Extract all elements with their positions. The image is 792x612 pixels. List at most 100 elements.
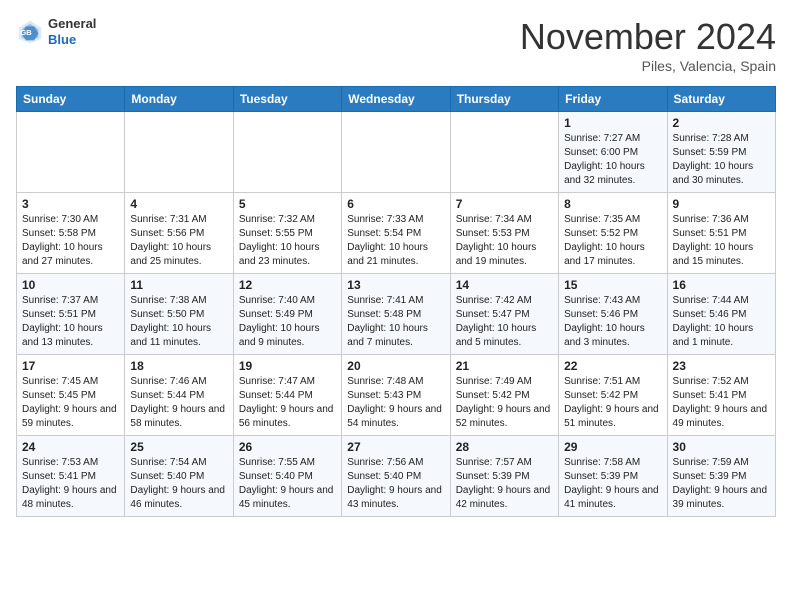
logo-icon: GB bbox=[16, 18, 44, 46]
day-info: Sunrise: 7:33 AMSunset: 5:54 PMDaylight:… bbox=[347, 213, 444, 269]
day-info: Sunrise: 7:45 AMSunset: 5:45 PMDaylight:… bbox=[22, 375, 119, 431]
day-number: 7 bbox=[456, 197, 553, 211]
calendar-week-row: 3 Sunrise: 7:30 AMSunset: 5:58 PMDaylight… bbox=[17, 193, 776, 274]
day-number: 12 bbox=[239, 278, 336, 292]
day-number: 4 bbox=[130, 197, 227, 211]
day-info: Sunrise: 7:57 AMSunset: 5:39 PMDaylight:… bbox=[456, 456, 553, 512]
calendar-header-row: SundayMondayTuesdayWednesdayThursdayFrid… bbox=[17, 87, 776, 112]
day-number: 24 bbox=[22, 440, 119, 454]
calendar-cell bbox=[450, 112, 558, 193]
day-info: Sunrise: 7:35 AMSunset: 5:52 PMDaylight:… bbox=[564, 213, 661, 269]
logo-text: General Blue bbox=[48, 16, 96, 47]
day-number: 11 bbox=[130, 278, 227, 292]
location: Piles, Valencia, Spain bbox=[520, 58, 776, 74]
day-number: 20 bbox=[347, 359, 444, 373]
day-number: 19 bbox=[239, 359, 336, 373]
day-info: Sunrise: 7:34 AMSunset: 5:53 PMDaylight:… bbox=[456, 213, 553, 269]
day-info: Sunrise: 7:28 AMSunset: 5:59 PMDaylight:… bbox=[673, 132, 770, 188]
day-info: Sunrise: 7:31 AMSunset: 5:56 PMDaylight:… bbox=[130, 213, 227, 269]
weekday-header: Sunday bbox=[17, 87, 125, 112]
logo: GB General Blue bbox=[16, 16, 96, 47]
day-info: Sunrise: 7:59 AMSunset: 5:39 PMDaylight:… bbox=[673, 456, 770, 512]
day-info: Sunrise: 7:48 AMSunset: 5:43 PMDaylight:… bbox=[347, 375, 444, 431]
day-number: 10 bbox=[22, 278, 119, 292]
day-info: Sunrise: 7:52 AMSunset: 5:41 PMDaylight:… bbox=[673, 375, 770, 431]
calendar-cell: 12 Sunrise: 7:40 AMSunset: 5:49 PMDayligh… bbox=[233, 274, 341, 355]
day-number: 9 bbox=[673, 197, 770, 211]
day-number: 14 bbox=[456, 278, 553, 292]
day-number: 2 bbox=[673, 116, 770, 130]
day-number: 18 bbox=[130, 359, 227, 373]
calendar-cell bbox=[17, 112, 125, 193]
day-info: Sunrise: 7:42 AMSunset: 5:47 PMDaylight:… bbox=[456, 294, 553, 350]
weekday-header: Tuesday bbox=[233, 87, 341, 112]
calendar-cell: 19 Sunrise: 7:47 AMSunset: 5:44 PMDayligh… bbox=[233, 355, 341, 436]
calendar-cell: 20 Sunrise: 7:48 AMSunset: 5:43 PMDayligh… bbox=[342, 355, 450, 436]
month-title: November 2024 bbox=[520, 16, 776, 58]
calendar-cell: 6Sunrise: 7:33 AMSunset: 5:54 PMDaylight… bbox=[342, 193, 450, 274]
day-number: 26 bbox=[239, 440, 336, 454]
calendar-cell: 30 Sunrise: 7:59 AMSunset: 5:39 PMDayligh… bbox=[667, 436, 775, 517]
calendar-table: SundayMondayTuesdayWednesdayThursdayFrid… bbox=[16, 86, 776, 517]
day-info: Sunrise: 7:41 AMSunset: 5:48 PMDaylight:… bbox=[347, 294, 444, 350]
calendar-cell: 4 Sunrise: 7:31 AMSunset: 5:56 PMDaylight… bbox=[125, 193, 233, 274]
day-number: 27 bbox=[347, 440, 444, 454]
calendar-cell bbox=[125, 112, 233, 193]
calendar-cell: 7 Sunrise: 7:34 AMSunset: 5:53 PMDaylight… bbox=[450, 193, 558, 274]
day-number: 22 bbox=[564, 359, 661, 373]
weekday-header: Monday bbox=[125, 87, 233, 112]
calendar-cell bbox=[233, 112, 341, 193]
calendar-cell: 5Sunrise: 7:32 AMSunset: 5:55 PMDaylight… bbox=[233, 193, 341, 274]
day-info: Sunrise: 7:51 AMSunset: 5:42 PMDaylight:… bbox=[564, 375, 661, 431]
day-number: 15 bbox=[564, 278, 661, 292]
calendar-cell: 26Sunrise: 7:55 AMSunset: 5:40 PMDayligh… bbox=[233, 436, 341, 517]
day-info: Sunrise: 7:37 AMSunset: 5:51 PMDaylight:… bbox=[22, 294, 119, 350]
day-info: Sunrise: 7:32 AMSunset: 5:55 PMDaylight:… bbox=[239, 213, 336, 269]
calendar-cell: 29 Sunrise: 7:58 AMSunset: 5:39 PMDayligh… bbox=[559, 436, 667, 517]
day-number: 17 bbox=[22, 359, 119, 373]
calendar-cell: 11 Sunrise: 7:38 AMSunset: 5:50 PMDayligh… bbox=[125, 274, 233, 355]
svg-text:GB: GB bbox=[20, 27, 32, 36]
day-number: 29 bbox=[564, 440, 661, 454]
calendar-cell: 14 Sunrise: 7:42 AMSunset: 5:47 PMDayligh… bbox=[450, 274, 558, 355]
calendar-cell: 2 Sunrise: 7:28 AMSunset: 5:59 PMDaylight… bbox=[667, 112, 775, 193]
calendar-cell: 23 Sunrise: 7:52 AMSunset: 5:41 PMDayligh… bbox=[667, 355, 775, 436]
calendar-cell: 27 Sunrise: 7:56 AMSunset: 5:40 PMDayligh… bbox=[342, 436, 450, 517]
calendar-week-row: 10 Sunrise: 7:37 AMSunset: 5:51 PMDayligh… bbox=[17, 274, 776, 355]
day-number: 3 bbox=[22, 197, 119, 211]
calendar-cell: 16Sunrise: 7:44 AMSunset: 5:46 PMDayligh… bbox=[667, 274, 775, 355]
day-info: Sunrise: 7:54 AMSunset: 5:40 PMDaylight:… bbox=[130, 456, 227, 512]
day-number: 1 bbox=[564, 116, 661, 130]
page-header: GB General Blue November 2024 Piles, Val… bbox=[16, 16, 776, 74]
day-number: 30 bbox=[673, 440, 770, 454]
calendar-week-row: 24Sunrise: 7:53 AMSunset: 5:41 PMDayligh… bbox=[17, 436, 776, 517]
calendar-cell: 25 Sunrise: 7:54 AMSunset: 5:40 PMDayligh… bbox=[125, 436, 233, 517]
day-info: Sunrise: 7:38 AMSunset: 5:50 PMDaylight:… bbox=[130, 294, 227, 350]
day-info: Sunrise: 7:58 AMSunset: 5:39 PMDaylight:… bbox=[564, 456, 661, 512]
day-number: 25 bbox=[130, 440, 227, 454]
calendar-cell: 28 Sunrise: 7:57 AMSunset: 5:39 PMDayligh… bbox=[450, 436, 558, 517]
day-number: 23 bbox=[673, 359, 770, 373]
title-block: November 2024 Piles, Valencia, Spain bbox=[520, 16, 776, 74]
day-info: Sunrise: 7:30 AMSunset: 5:58 PMDaylight:… bbox=[22, 213, 119, 269]
calendar-week-row: 17 Sunrise: 7:45 AMSunset: 5:45 PMDayligh… bbox=[17, 355, 776, 436]
day-info: Sunrise: 7:46 AMSunset: 5:44 PMDaylight:… bbox=[130, 375, 227, 431]
calendar-cell: 10 Sunrise: 7:37 AMSunset: 5:51 PMDayligh… bbox=[17, 274, 125, 355]
day-info: Sunrise: 7:49 AMSunset: 5:42 PMDaylight:… bbox=[456, 375, 553, 431]
calendar-cell: 17 Sunrise: 7:45 AMSunset: 5:45 PMDayligh… bbox=[17, 355, 125, 436]
day-number: 16 bbox=[673, 278, 770, 292]
day-info: Sunrise: 7:43 AMSunset: 5:46 PMDaylight:… bbox=[564, 294, 661, 350]
calendar-cell: 13 Sunrise: 7:41 AMSunset: 5:48 PMDayligh… bbox=[342, 274, 450, 355]
calendar-cell: 3 Sunrise: 7:30 AMSunset: 5:58 PMDaylight… bbox=[17, 193, 125, 274]
day-info: Sunrise: 7:47 AMSunset: 5:44 PMDaylight:… bbox=[239, 375, 336, 431]
day-info: Sunrise: 7:40 AMSunset: 5:49 PMDaylight:… bbox=[239, 294, 336, 350]
day-info: Sunrise: 7:36 AMSunset: 5:51 PMDaylight:… bbox=[673, 213, 770, 269]
weekday-header: Wednesday bbox=[342, 87, 450, 112]
day-info: Sunrise: 7:56 AMSunset: 5:40 PMDaylight:… bbox=[347, 456, 444, 512]
day-number: 28 bbox=[456, 440, 553, 454]
calendar-cell: 22 Sunrise: 7:51 AMSunset: 5:42 PMDayligh… bbox=[559, 355, 667, 436]
calendar-cell: 21Sunrise: 7:49 AMSunset: 5:42 PMDayligh… bbox=[450, 355, 558, 436]
calendar-cell bbox=[342, 112, 450, 193]
calendar-cell: 1Sunrise: 7:27 AMSunset: 6:00 PMDaylight… bbox=[559, 112, 667, 193]
day-number: 13 bbox=[347, 278, 444, 292]
